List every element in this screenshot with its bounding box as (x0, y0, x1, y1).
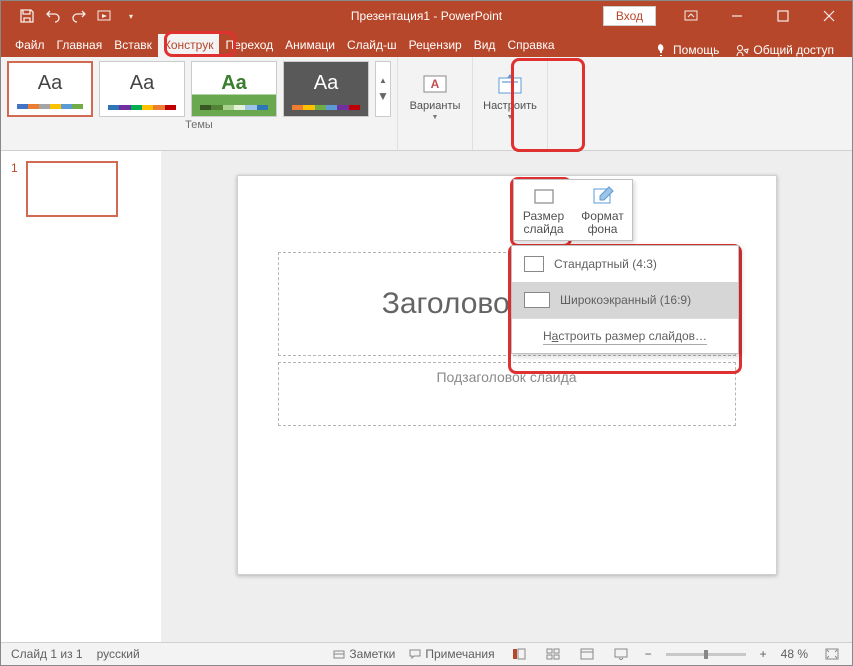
customize-button[interactable]: Настроить▼ (479, 61, 541, 131)
slide-size-label: Размер слайда (523, 210, 564, 236)
variants-button[interactable]: A Варианты▼ (404, 61, 466, 131)
save-icon[interactable] (19, 8, 35, 24)
tell-me-label: Помощь (673, 43, 719, 57)
slide-thumbnails-pane[interactable]: 1 (1, 151, 161, 642)
fit-to-window-icon[interactable] (822, 648, 842, 660)
menu-item-custom-size[interactable]: Настроить размер слайдов… (512, 319, 738, 353)
qat-more-icon[interactable]: ▾ (123, 8, 139, 24)
reading-view-icon[interactable] (577, 648, 597, 660)
slideshow-view-icon[interactable] (611, 648, 631, 660)
menu-item-label: Широкоэкранный (16:9) (560, 293, 691, 307)
thumbnail-number: 1 (11, 161, 18, 217)
subtitle-placeholder[interactable]: Подзаголовок слайда (278, 362, 736, 426)
maximize-icon[interactable] (760, 1, 806, 31)
theme-thumbnail[interactable]: Aa (7, 61, 93, 117)
title-bar: ▾ Презентация1 - PowerPoint Вход (1, 1, 852, 31)
redo-icon[interactable] (71, 8, 87, 24)
tab-animations[interactable]: Анимаци (279, 34, 341, 57)
tab-file[interactable]: Файл (9, 34, 51, 57)
tab-transitions[interactable]: Переход (219, 34, 279, 57)
tab-design[interactable]: Конструк (158, 34, 220, 57)
share-button[interactable]: Общий доступ (727, 43, 842, 57)
group-variants: A Варианты▼ (398, 57, 473, 150)
tab-review[interactable]: Рецензир (403, 34, 468, 57)
svg-text:A: A (431, 77, 440, 91)
customize-label: Настроить (483, 100, 537, 112)
aspect-16-9-icon (524, 292, 550, 308)
ribbon-tabs: Файл Главная Вставк Конструк Переход Ани… (1, 31, 852, 57)
zoom-in-button[interactable]: + (760, 647, 767, 661)
close-icon[interactable] (806, 1, 852, 31)
slide-canvas[interactable]: Заголовок слайда Подзаголовок слайда (237, 175, 777, 575)
ribbon-body: Aa Aa Aa Aa ▲▼ Темы A Варианты▼ Настроит… (1, 57, 852, 151)
tab-view[interactable]: Вид (468, 34, 502, 57)
undo-icon[interactable] (45, 8, 61, 24)
menu-item-widescreen[interactable]: Широкоэкранный (16:9) (512, 282, 738, 318)
format-background-label: Формат фона (581, 210, 624, 236)
tab-slideshow[interactable]: Слайд-ш (341, 34, 403, 57)
tab-help[interactable]: Справка (501, 34, 560, 57)
slide-size-menu: Стандартный (4:3) Широкоэкранный (16:9) … (511, 245, 739, 354)
zoom-slider[interactable] (666, 653, 746, 656)
group-themes: Aa Aa Aa Aa ▲▼ Темы (1, 57, 398, 150)
ribbon-display-icon[interactable] (668, 1, 714, 31)
group-label: Темы (185, 117, 213, 134)
slide-sorter-icon[interactable] (543, 648, 563, 660)
share-label: Общий доступ (753, 43, 834, 57)
customize-dropdown-panel: Размер слайда Формат фона (513, 179, 633, 241)
status-slide-count[interactable]: Слайд 1 из 1 (11, 647, 83, 661)
theme-thumbnail[interactable]: Aa (99, 61, 185, 117)
zoom-level[interactable]: 48 % (781, 647, 808, 661)
themes-more-button[interactable]: ▲▼ (375, 61, 391, 117)
group-customize: Настроить▼ (473, 57, 548, 150)
start-from-beginning-icon[interactable] (97, 8, 113, 24)
variants-label: Варианты (410, 100, 461, 112)
status-bar: Слайд 1 из 1 русский Заметки Примечания … (1, 642, 852, 665)
menu-item-standard[interactable]: Стандартный (4:3) (512, 246, 738, 282)
slide-size-button[interactable]: Размер слайда (514, 180, 573, 240)
thumbnail-row[interactable]: 1 (11, 161, 151, 217)
notes-toggle[interactable]: Заметки (333, 647, 395, 661)
tab-insert[interactable]: Вставк (108, 34, 158, 57)
theme-thumbnail[interactable]: Aa (283, 61, 369, 117)
menu-item-label: Стандартный (4:3) (554, 257, 657, 271)
aspect-4-3-icon (524, 256, 544, 272)
thumbnail[interactable] (26, 161, 118, 217)
comments-toggle[interactable]: Примечания (409, 647, 494, 661)
slide-editor[interactable]: Заголовок слайда Подзаголовок слайда (161, 151, 852, 642)
tell-me-button[interactable]: Помощь (647, 43, 727, 57)
quick-access-toolbar: ▾ (1, 8, 139, 24)
signin-button[interactable]: Вход (603, 6, 656, 26)
workspace: 1 Заголовок слайда Подзаголовок слайда (1, 151, 852, 642)
zoom-out-button[interactable]: − (645, 647, 652, 661)
tab-home[interactable]: Главная (51, 34, 109, 57)
theme-thumbnail[interactable]: Aa (191, 61, 277, 117)
format-background-button[interactable]: Формат фона (573, 180, 632, 240)
minimize-icon[interactable] (714, 1, 760, 31)
status-language[interactable]: русский (97, 647, 140, 661)
normal-view-icon[interactable] (509, 648, 529, 660)
